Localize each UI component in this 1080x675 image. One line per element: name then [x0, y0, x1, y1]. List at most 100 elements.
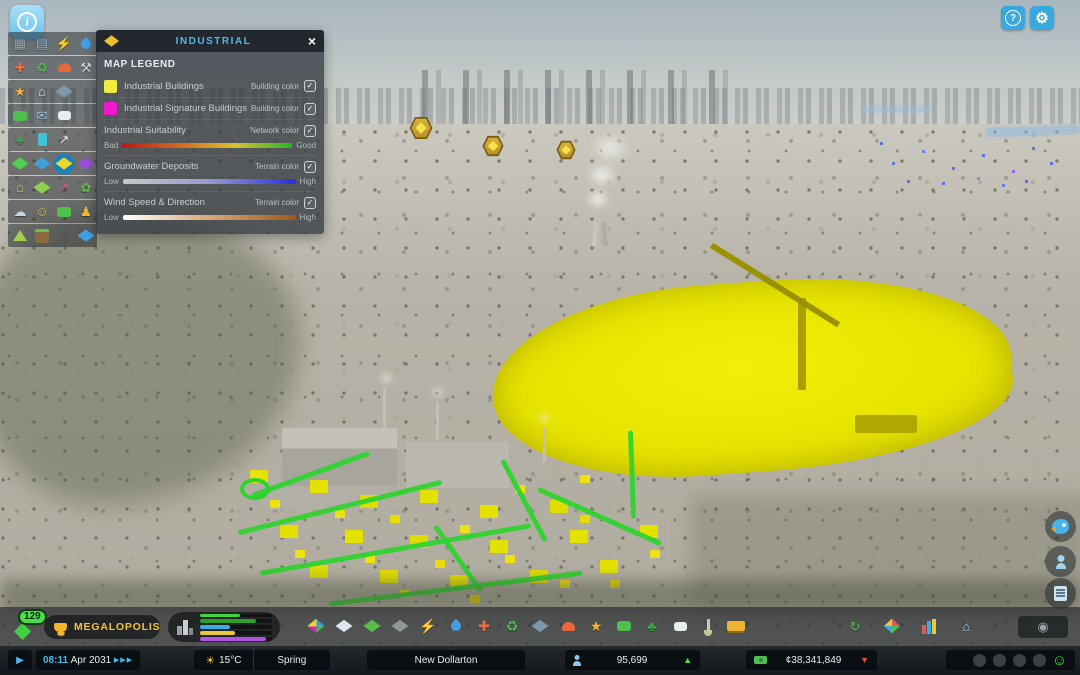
status-bar: ▶ 08:11 Apr 2031 ▶▶▶ ☀ 15°C Spring New D… [0, 646, 1080, 675]
noise-pollution-infoview[interactable]: ∩ [53, 225, 75, 247]
electricity-tool[interactable]: ⚡ [416, 614, 440, 638]
water-sewage-infoview[interactable] [75, 33, 97, 55]
speed-fast-forward-icon[interactable]: ▶▶▶ [114, 656, 133, 664]
transportation-tool[interactable] [612, 614, 636, 638]
areas-tool[interactable] [332, 614, 356, 638]
industrial-zones-infoview[interactable] [53, 153, 75, 175]
panel-title: INDUSTRIAL [119, 36, 308, 47]
water-resources-infoview[interactable] [75, 225, 97, 247]
mine-excavator [855, 415, 917, 433]
legend-checkbox[interactable]: ✓ [304, 161, 316, 173]
photo-mode-button[interactable]: ◉ [1018, 616, 1068, 638]
natural-resources-infoview[interactable] [31, 225, 53, 247]
maintenance-infoview[interactable]: ⚒ [75, 57, 97, 79]
healthcare-deathcare-tool[interactable]: ✚ [472, 614, 496, 638]
followed-citizen-button[interactable] [1045, 546, 1076, 577]
happiness-face-1 [972, 653, 987, 668]
map-info-button[interactable] [880, 614, 904, 638]
bulldozer-tool[interactable] [724, 614, 748, 638]
journal-button[interactable] [1045, 578, 1076, 609]
water-sewage-tool[interactable] [444, 614, 468, 638]
greenery-infoview[interactable]: ✿ [75, 177, 97, 199]
play-icon: ▶ [16, 655, 24, 666]
infoview-row: ∩ [8, 224, 97, 247]
routes-infoview[interactable]: ↗ [53, 129, 75, 151]
settings-button[interactable]: ⚙ [1030, 6, 1054, 30]
legend-checkbox[interactable]: ✓ [304, 103, 316, 115]
office-zones-infoview[interactable] [75, 153, 97, 175]
demand-bars [200, 612, 272, 641]
check-icon: ✓ [307, 163, 314, 171]
terrain-infoview[interactable] [9, 225, 31, 247]
city-name-panel[interactable]: New Dollarton [367, 650, 525, 670]
telecom-infoview[interactable] [53, 105, 75, 127]
parks-infoview[interactable]: ♣ [9, 129, 31, 151]
buildings-infoview[interactable]: ▤ [31, 33, 53, 55]
milestone-button[interactable]: MEGALOPOLIS [44, 615, 160, 639]
industrial-infoview-panel: INDUSTRIAL × MAP LEGEND Industrial Build… [96, 30, 324, 234]
zones-tool[interactable] [304, 614, 328, 638]
happiness-face-current: ☺ [1052, 653, 1067, 668]
population-panel[interactable]: 95,699 ▲ [565, 650, 700, 670]
legend-label: Industrial Buildings [124, 81, 251, 92]
education-research-tool[interactable] [528, 614, 552, 638]
distant-city-cluster [400, 70, 730, 132]
gradient-high-label: High [300, 177, 316, 186]
statistics-button[interactable] [917, 614, 941, 638]
garbage-management-tool[interactable]: ♻ [500, 614, 524, 638]
tourism-infoview[interactable]: ♟ [75, 201, 97, 223]
play-pause-button[interactable]: ▶ [8, 650, 32, 670]
city-level-indicator[interactable]: 129 [12, 611, 46, 643]
signature-buildings-tool[interactable] [360, 614, 384, 638]
gradient-bar [123, 215, 296, 220]
pollution-infoview[interactable]: ☁ [9, 201, 31, 223]
population-icon [573, 661, 581, 666]
fire-rescue-infoview[interactable] [53, 57, 75, 79]
legend-checkbox[interactable]: ✓ [304, 125, 316, 137]
garbage-infoview[interactable]: ♻ [31, 57, 53, 79]
money-down-icon: ▼ [860, 655, 869, 665]
happiness-panel[interactable]: ☺ [946, 650, 1075, 670]
landscaping-tool[interactable] [696, 614, 720, 638]
statistics-infoview[interactable]: ↗ [53, 177, 75, 199]
economy-infoview[interactable] [53, 201, 75, 223]
electricity-infoview[interactable]: ⚡ [53, 33, 75, 55]
transportation-infoview[interactable] [9, 105, 31, 127]
city-information-button[interactable]: ⌂ [954, 614, 978, 638]
fire-rescue-tool[interactable] [556, 614, 580, 638]
help-button[interactable]: ? [1001, 6, 1025, 30]
legend-swatch-rows: Industrial Buildings Building color ✓ In… [104, 75, 316, 119]
close-icon[interactable]: × [308, 34, 316, 48]
game-date: Apr 2031 [71, 655, 112, 666]
smoke-plume [585, 188, 611, 210]
economy-button[interactable]: ↻ [843, 614, 867, 638]
chirper-button[interactable] [1045, 511, 1076, 542]
education-infoview[interactable] [53, 81, 75, 103]
gradient-low-label: Low [104, 177, 119, 186]
housing-infoview[interactable]: ⌂ [9, 177, 31, 199]
police-administration-tool[interactable]: ★ [584, 614, 608, 638]
residential-zones-infoview[interactable] [9, 153, 31, 175]
commercial-zones-infoview[interactable] [31, 153, 53, 175]
communications-tool[interactable] [668, 614, 692, 638]
parks-recreation-tool[interactable]: ♣ [640, 614, 664, 638]
post-infoview[interactable]: ✉ [31, 105, 53, 127]
happiness-infoview[interactable]: ☺ [31, 201, 53, 223]
legend-checkbox[interactable]: ✓ [304, 80, 316, 92]
administration-infoview[interactable]: ⌂ [31, 81, 53, 103]
legend-checkbox[interactable]: ✓ [304, 197, 316, 209]
happiness-face-3 [1012, 653, 1027, 668]
progression-demand-panel[interactable] [168, 612, 280, 642]
info-icon: i [17, 12, 37, 32]
money-panel[interactable]: ¢38,341,849 ▼ [746, 650, 877, 670]
legend-color-type: Terrain color [255, 162, 299, 171]
land-value-infoview[interactable] [31, 177, 53, 199]
healthcare-infoview[interactable]: ✚ [9, 57, 31, 79]
police-infoview[interactable]: ★ [9, 81, 31, 103]
roads-infoview[interactable]: ▦ [9, 33, 31, 55]
temperature-value: 15°C [219, 655, 241, 666]
population-value: 95,699 [581, 655, 683, 666]
battery-infoview[interactable] [31, 129, 53, 151]
clock-time: 08:11 [43, 655, 68, 666]
roads-tool[interactable] [388, 614, 412, 638]
